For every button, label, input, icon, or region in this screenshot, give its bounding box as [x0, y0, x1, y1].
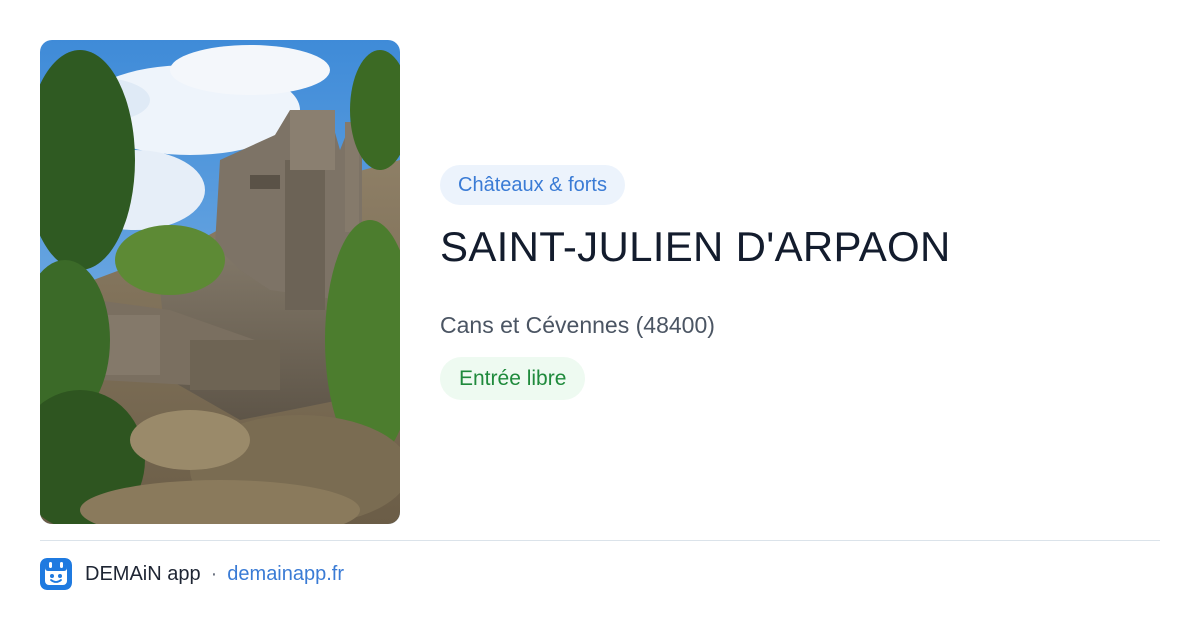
- castle-photo: [40, 40, 400, 524]
- place-title: SAINT-JULIEN D'ARPAON: [440, 223, 951, 270]
- place-location: Cans et Cévennes (48400): [440, 312, 715, 338]
- category-badge[interactable]: Châteaux & forts: [440, 165, 625, 205]
- footer-divider: [40, 540, 1160, 541]
- app-logo-icon: [40, 558, 72, 590]
- app-name: DEMAiN app: [85, 562, 201, 585]
- footer: DEMAiN app · demainapp.fr: [40, 558, 344, 590]
- access-badge: Entrée libre: [440, 357, 586, 400]
- footer-separator: ·: [210, 562, 218, 585]
- site-link[interactable]: demainapp.fr: [227, 563, 344, 586]
- castle-photo-illustration: [40, 40, 400, 524]
